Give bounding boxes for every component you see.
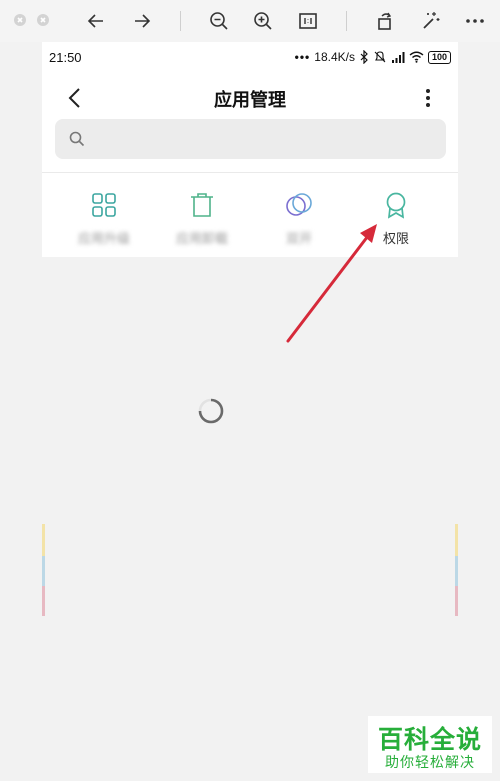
watermark-title: 百科全说 bbox=[377, 726, 482, 754]
watermark-logo: 百科全说 助你轻松解决 bbox=[368, 716, 492, 773]
annotation-arrow bbox=[286, 224, 377, 343]
watermark-subtitle: 助你轻松解决 bbox=[385, 754, 475, 770]
